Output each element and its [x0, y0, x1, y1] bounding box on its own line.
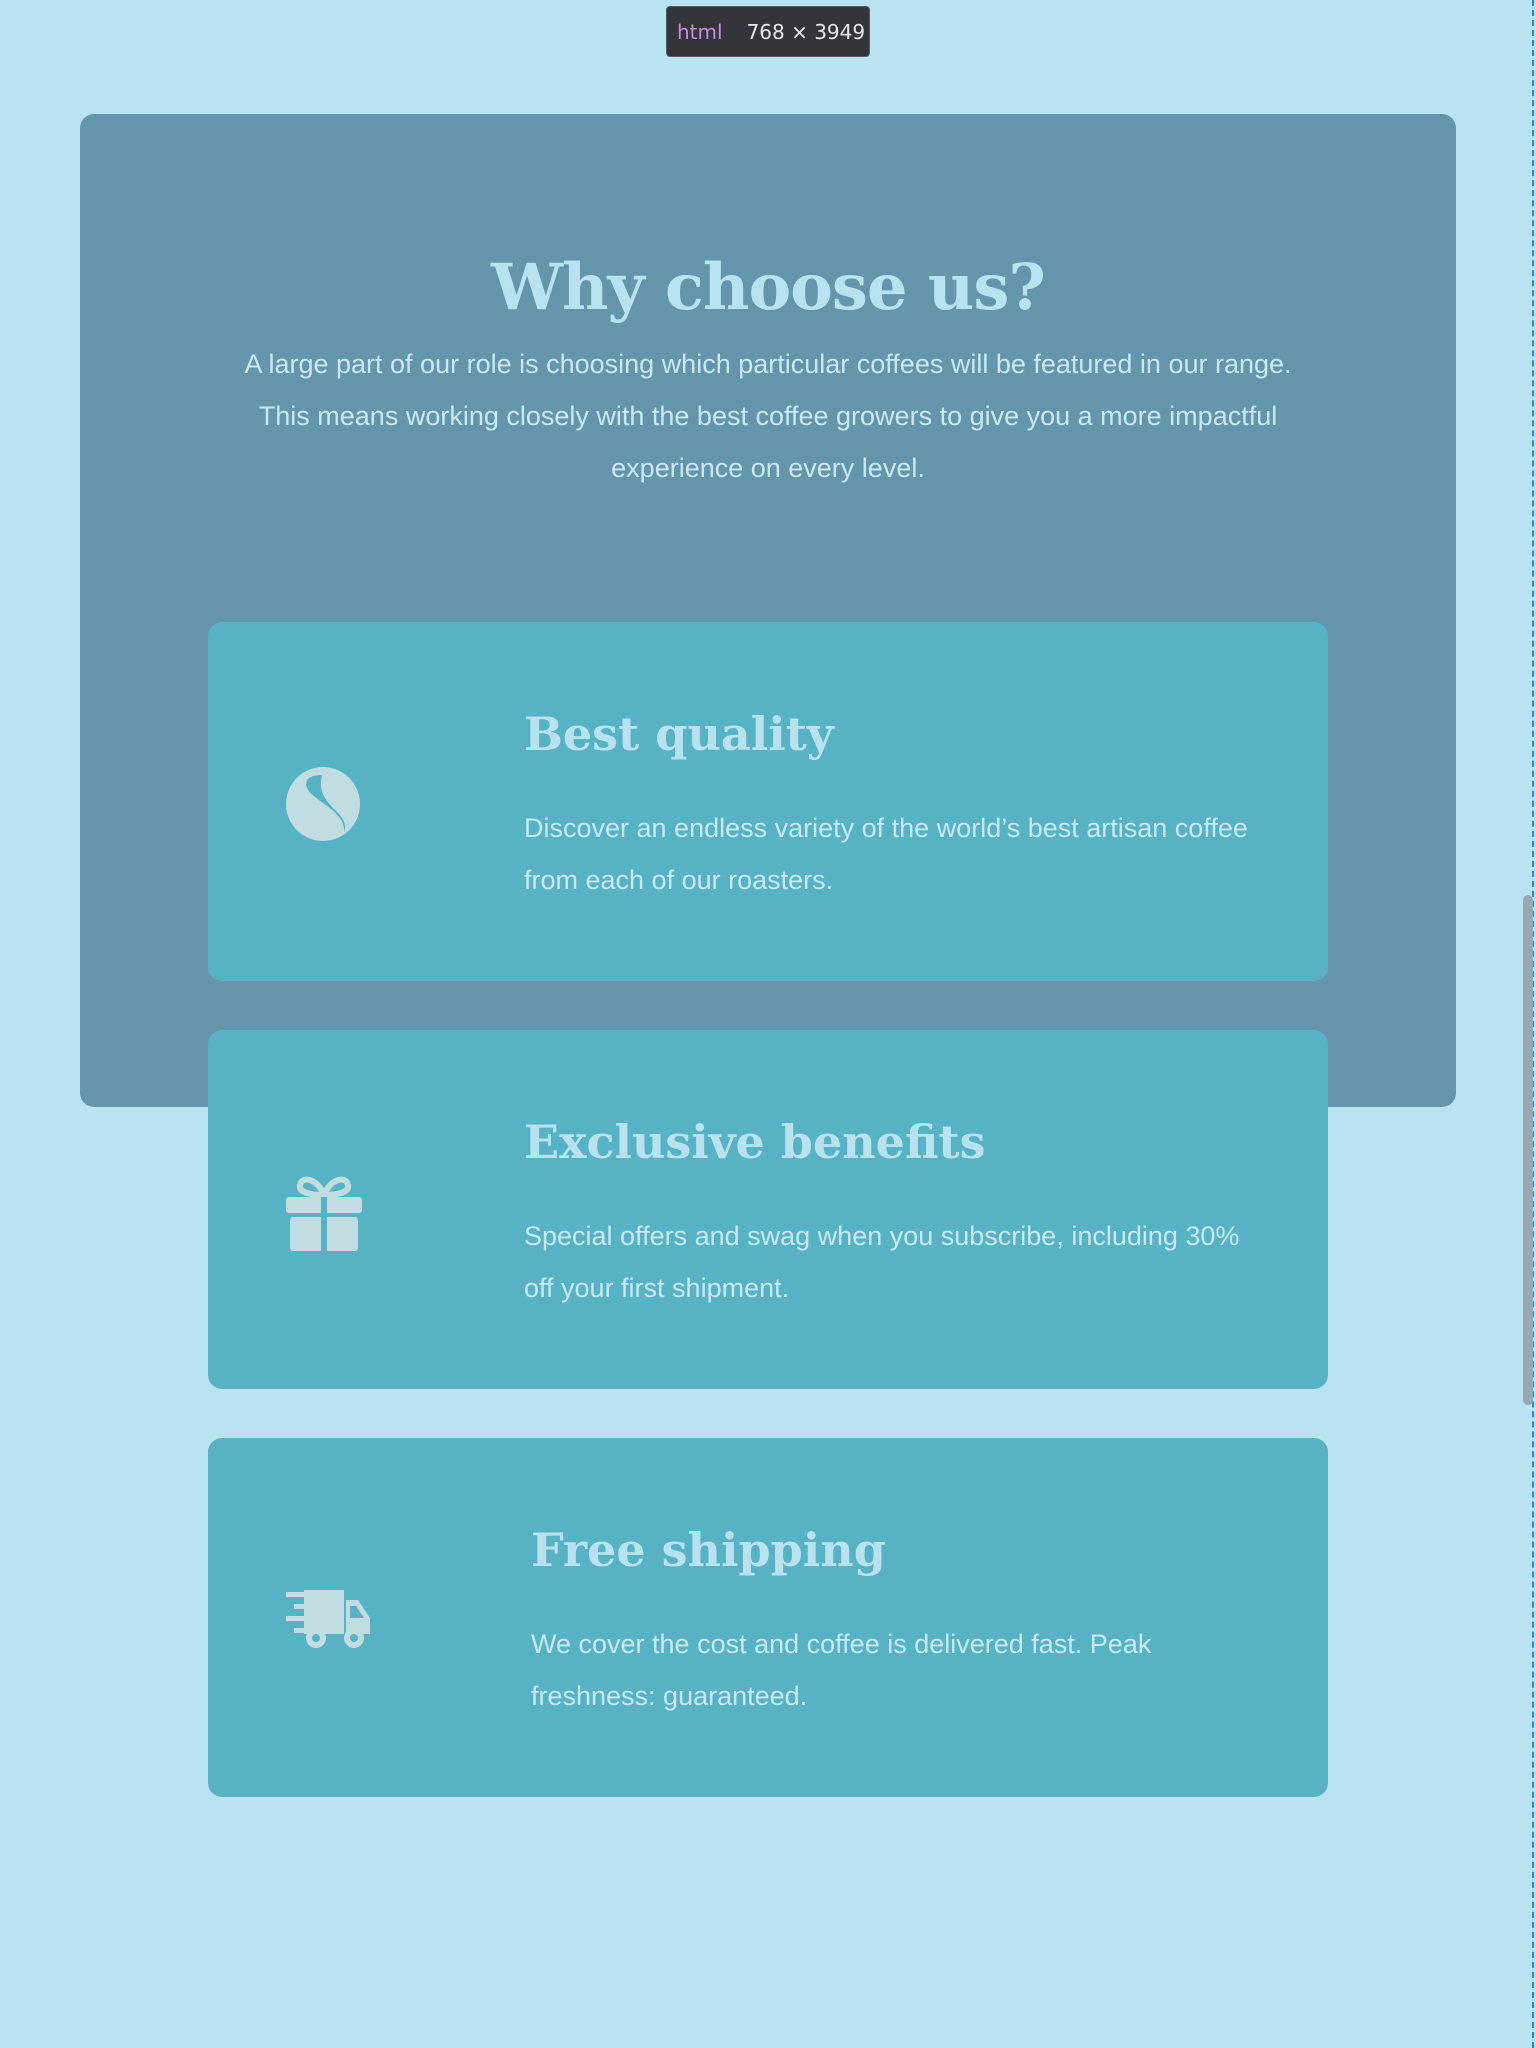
- devtools-element-badge: html 768 × 3949: [666, 6, 870, 57]
- gift-icon: [286, 1170, 376, 1254]
- feature-description: Discover an endless variety of the world…: [524, 813, 1248, 895]
- feature-title: Best quality: [524, 707, 834, 761]
- feature-description: Special offers and swag when you subscri…: [524, 1221, 1240, 1303]
- feature-card-exclusive-benefits: Exclusive benefits Special offers and sw…: [208, 1030, 1328, 1389]
- devtools-tag-label: html: [677, 19, 723, 44]
- coffee-bean-icon: [286, 762, 376, 846]
- delivery-truck-icon: [286, 1578, 376, 1662]
- feature-card-best-quality: Best quality Discover an endless variety…: [208, 622, 1328, 981]
- section-lead: A large part of our role is choosing whi…: [244, 349, 1292, 483]
- feature-description: We cover the cost and coffee is delivere…: [531, 1629, 1152, 1711]
- feature-card-free-shipping: Free shipping We cover the cost and coff…: [208, 1438, 1328, 1797]
- section-title: Why choose us?: [491, 250, 1046, 325]
- feature-title: Exclusive benefits: [524, 1115, 986, 1169]
- page-scrollbar-thumb[interactable]: [1523, 895, 1533, 1405]
- devtools-dimensions-label: 768 × 3949: [746, 19, 866, 44]
- feature-title: Free shipping: [531, 1523, 886, 1577]
